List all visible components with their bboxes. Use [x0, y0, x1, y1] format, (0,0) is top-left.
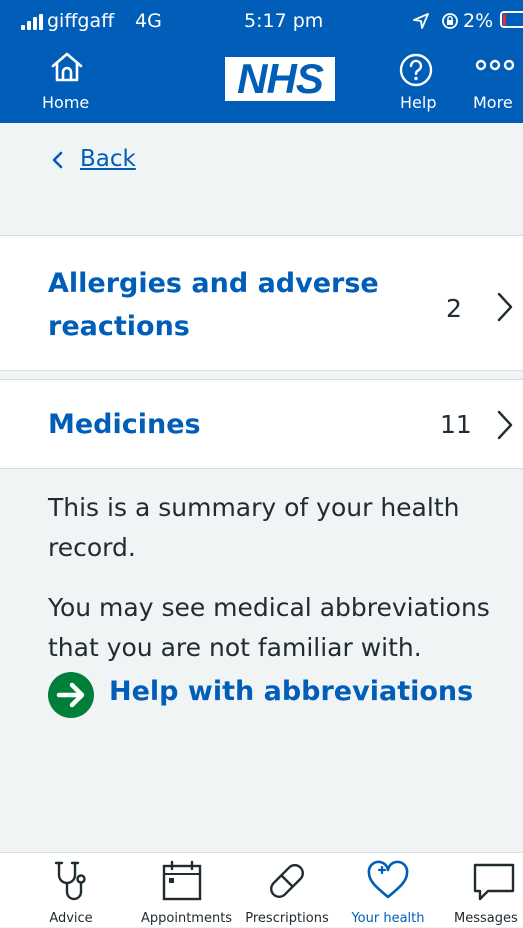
- battery-icon: [500, 11, 523, 28]
- bottom-tab-bar: Advice Appointments Prescriptions Your h…: [0, 852, 523, 927]
- tab-advice[interactable]: Advice: [49, 853, 93, 928]
- status-bar: giffgaff 4G 5:17 pm 2%: [0, 0, 523, 42]
- allergies-count: 2: [446, 294, 462, 323]
- summary-line2: record.: [48, 533, 136, 562]
- stethoscope-icon: [54, 861, 86, 901]
- arrow-right-circle-icon: [48, 672, 94, 718]
- more-button[interactable]: More: [470, 48, 520, 118]
- abbreviations-paragraph: You may see medical abbreviations that y…: [48, 588, 518, 668]
- more-dots-icon: [475, 59, 515, 71]
- medicines-section-link[interactable]: Medicines 11: [0, 379, 523, 469]
- medicines-count: 11: [440, 410, 472, 439]
- allergies-section-link[interactable]: Allergies and adverse reactions 2: [0, 235, 523, 371]
- tab-prescriptions[interactable]: Prescriptions: [245, 853, 329, 928]
- summary-paragraph: This is a summary of your health record.: [48, 488, 518, 568]
- rotation-lock-icon: [442, 13, 458, 29]
- battery-percent: 2%: [463, 10, 494, 32]
- tab-appointments[interactable]: Appointments: [141, 853, 232, 928]
- speech-bubble-icon: [473, 863, 515, 901]
- home-icon: [51, 52, 83, 82]
- tab-advice-label: Advice: [49, 911, 93, 926]
- help-button[interactable]: Help: [394, 48, 444, 118]
- allergies-title-line1: Allergies and adverse: [48, 268, 379, 299]
- calendar-icon: [162, 860, 202, 901]
- chevron-left-icon: [52, 151, 63, 169]
- tab-messages[interactable]: Messages: [454, 853, 518, 928]
- tab-your-health-label: Your health: [351, 911, 425, 926]
- app-header: giffgaff 4G 5:17 pm 2% Home NHS Help Mor…: [0, 0, 523, 123]
- chevron-right-icon: [497, 410, 513, 440]
- pill-icon: [270, 864, 304, 898]
- help-label: Help: [400, 93, 437, 112]
- chevron-right-icon: [497, 292, 513, 322]
- network-type: 4G: [135, 10, 162, 32]
- back-link[interactable]: Back: [80, 146, 136, 172]
- question-circle-icon: [399, 53, 433, 87]
- allergies-title-line2: reactions: [48, 311, 190, 342]
- medicines-title: Medicines: [48, 409, 201, 440]
- more-label: More: [473, 93, 513, 112]
- carrier-name: giffgaff: [47, 10, 115, 32]
- tab-appointments-label: Appointments: [141, 911, 233, 926]
- tab-your-health[interactable]: Your health: [351, 853, 425, 928]
- summary-line1: This is a summary of your health: [48, 493, 460, 522]
- section-spacer: [0, 197, 523, 235]
- heart-plus-icon: [367, 860, 409, 899]
- location-arrow-icon: [413, 13, 429, 29]
- tab-messages-label: Messages: [454, 911, 518, 926]
- home-label: Home: [42, 93, 90, 112]
- home-button[interactable]: Home: [42, 48, 92, 118]
- abbreviations-line2: that you are not familiar with.: [48, 633, 422, 662]
- nhs-logo: NHS: [225, 57, 335, 101]
- help-with-abbreviations-label: Help with abbreviations: [109, 676, 474, 707]
- tab-prescriptions-label: Prescriptions: [245, 911, 329, 926]
- abbreviations-line1: You may see medical abbreviations: [48, 593, 490, 622]
- signal-icon: [21, 14, 43, 30]
- clock-time: 5:17 pm: [244, 10, 324, 32]
- section-spacer: [0, 371, 523, 379]
